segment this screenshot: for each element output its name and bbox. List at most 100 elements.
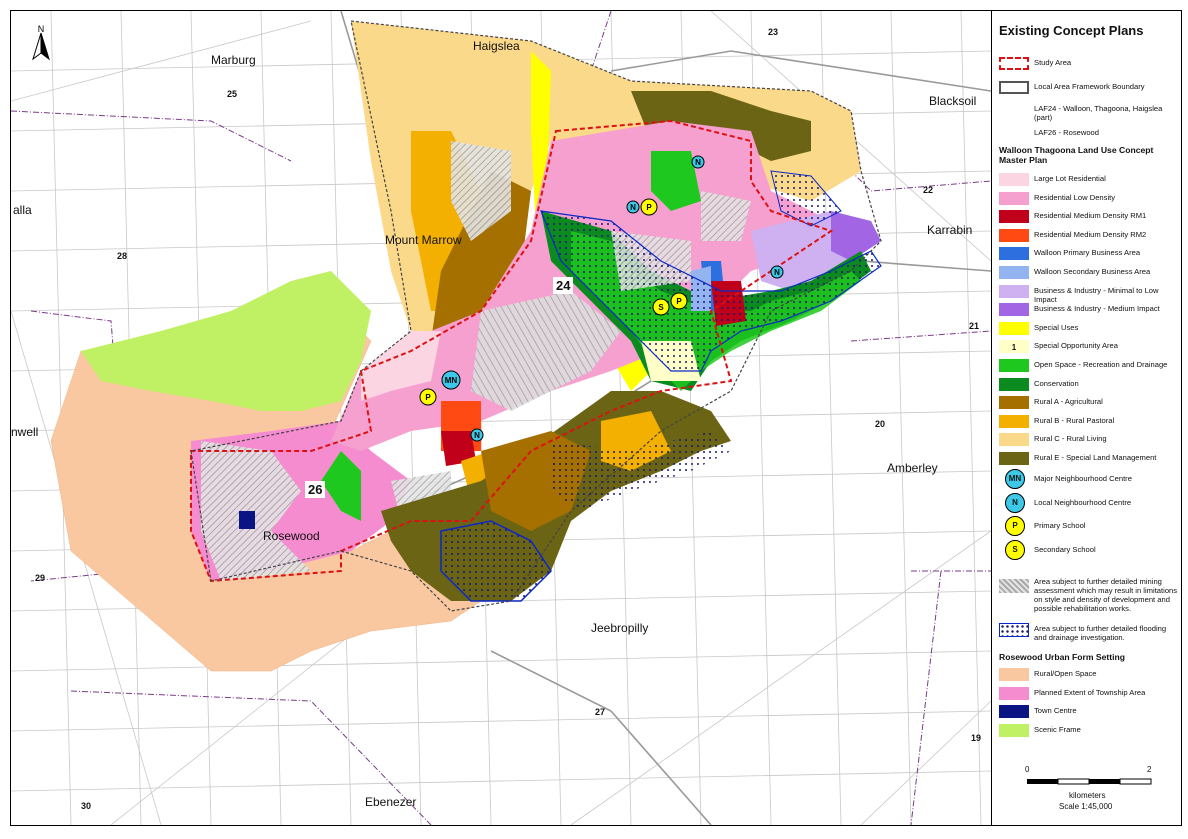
legend-rosewood-item: Town Centre: [999, 705, 1179, 719]
landuse-swatch: [999, 228, 1029, 242]
district-29: 29: [35, 573, 46, 583]
legend-symbol-item: N Local Neighbourhood Centre: [999, 492, 1179, 513]
legend-laf26: LAF26 - Rosewood: [1034, 128, 1100, 137]
svg-text:MN: MN: [445, 376, 458, 385]
rosewood-swatch: [999, 686, 1029, 700]
legend-mining: Area subject to further detailed mining …: [999, 577, 1179, 619]
svg-text:P: P: [425, 393, 431, 402]
svg-text:N: N: [695, 158, 701, 167]
legend-landuse-item: Rural B - Rural Pastoral: [999, 414, 1179, 429]
landuse-swatch: [999, 247, 1029, 261]
rosewood-swatch: [999, 723, 1029, 737]
district-20: 20: [875, 419, 886, 429]
legend-symbol-item: MN Major Neighbourhood Centre: [999, 469, 1179, 489]
legend-landuse-item: Rural A - Agricultural: [999, 396, 1179, 410]
legend-landuse-item: Conservation: [999, 377, 1179, 392]
place-rosewood: Rosewood: [263, 529, 320, 543]
legend-landuse-item: 1 Special Opportunity Area: [999, 340, 1179, 354]
svg-text:N: N: [38, 24, 45, 34]
map-panel[interactable]: N P N S P N MN P N N Haigslea Marburg Bl…: [11, 11, 992, 825]
business-industry-medium: [831, 211, 881, 261]
legend-rosewood-item: Planned Extent of Township Area: [999, 686, 1179, 701]
symbol-marker-icon: N: [1005, 492, 1025, 513]
landuse-swatch: 1: [999, 340, 1029, 354]
legend-title: Existing Concept Plans: [999, 23, 1144, 38]
district-22: 22: [923, 185, 934, 195]
legend-flood: Area subject to further detailed floodin…: [999, 623, 1179, 643]
legend-landuse-item: Open Space - Recreation and Drainage: [999, 359, 1179, 373]
legend-rosewood-item: Rural/Open Space: [999, 668, 1179, 682]
rosewood-swatch: [999, 668, 1029, 681]
svg-text:N: N: [774, 268, 780, 277]
laf-boundary-swatch: [999, 81, 1029, 94]
landuse-swatch: [999, 414, 1029, 428]
zone-24-label: 24: [553, 277, 574, 294]
legend-landuse-item: Rural C - Rural Living: [999, 433, 1179, 447]
symbol-marker-icon: MN: [1005, 469, 1025, 489]
marker-primary-school-2: P: [670, 292, 688, 310]
place-amberley: Amberley: [887, 461, 938, 475]
mining-swatch: [999, 579, 1029, 593]
marker-primary-school-1: P: [640, 198, 658, 216]
rosewood-swatch: [999, 705, 1029, 718]
marker-local-centre-1: N: [691, 155, 705, 169]
legend-panel: Existing Concept Plans Study Area Local …: [995, 11, 1179, 825]
landuse-swatch: [999, 396, 1029, 410]
svg-text:P: P: [676, 297, 682, 306]
legend-landuse-item: Special Uses: [999, 321, 1179, 336]
landuse-swatch: [999, 433, 1029, 447]
landuse-swatch: [999, 191, 1029, 205]
legend-landuse-item: Business & Industry - Medium Impact: [999, 303, 1179, 317]
north-arrow-icon: N: [32, 24, 50, 61]
marker-local-centre-4: N: [470, 428, 484, 442]
map-sheet: N P N S P N MN P N N Haigslea Marburg Bl…: [10, 10, 1182, 826]
district-30: 30: [81, 801, 92, 811]
legend-landuse-item: Walloon Secondary Business Area: [999, 266, 1179, 280]
place-nwell: nwell: [11, 425, 39, 439]
place-alla: alla: [13, 203, 32, 217]
flood-swatch: [999, 623, 1029, 637]
legend-landuse-item: Walloon Primary Business Area: [999, 247, 1179, 261]
legend-landuse-item: Business & Industry - Minimal to Low Imp…: [999, 284, 1179, 304]
landuse-swatch: [999, 321, 1029, 335]
scale-two: 2: [1147, 765, 1152, 774]
district-25: 25: [227, 89, 238, 99]
landuse-swatch: [999, 284, 1029, 298]
place-jeebropilly: Jeebropilly: [591, 621, 649, 635]
map-canvas[interactable]: N P N S P N MN P N: [11, 11, 991, 825]
svg-text:S: S: [658, 303, 664, 312]
place-ebenezer: Ebenezer: [365, 795, 417, 809]
landuse-swatch: [999, 359, 1029, 372]
scale-unit: kilometers: [1069, 791, 1106, 800]
legend-symbol-item: P Primary School: [999, 516, 1179, 536]
district-27: 27: [595, 707, 606, 717]
landuse-swatch: [999, 377, 1029, 391]
marker-secondary-school: S: [652, 298, 670, 316]
district-21: 21: [969, 321, 980, 331]
legend-landuse-item: Rural E - Special Land Management: [999, 452, 1179, 466]
marker-local-centre-3: N: [770, 265, 784, 279]
legend-landuse-item: Residential Medium Density RM1: [999, 210, 1179, 224]
zone-26-label: 26: [305, 481, 326, 498]
rosewood-legend-heading: Rosewood Urban Form Setting: [999, 652, 1126, 662]
legend-landuse-item: Residential Low Density: [999, 191, 1179, 206]
scale-bar-graphic: [1027, 778, 1152, 785]
study-area-swatch: [999, 57, 1029, 70]
walloon-legend-heading: Walloon Thagoona Land Use Concept Master…: [999, 145, 1154, 165]
place-marburg: Marburg: [211, 53, 256, 67]
place-karrabin: Karrabin: [927, 223, 973, 237]
place-haigslea: Haigslea: [473, 39, 520, 53]
landuse-swatch: [999, 303, 1029, 317]
legend-laf24: LAF24 - Walloon, Thagoona, Haigslea (par…: [1034, 104, 1163, 122]
marker-primary-school-3: P: [419, 388, 437, 406]
legend-landuse-item: Residential Medium Density RM2: [999, 228, 1179, 243]
landuse-swatch: [999, 452, 1029, 465]
district-28: 28: [117, 251, 128, 261]
scale-ratio: Scale 1:45,000: [1059, 802, 1113, 811]
landuse-swatch: [999, 266, 1029, 279]
svg-text:P: P: [646, 203, 652, 212]
marker-local-centre-2: N: [626, 200, 640, 214]
legend-laf-boundary: Local Area Framework Boundary: [999, 81, 1179, 95]
legend-symbol-item: S Secondary School: [999, 539, 1179, 560]
rosewood-town-centre: [239, 511, 255, 529]
